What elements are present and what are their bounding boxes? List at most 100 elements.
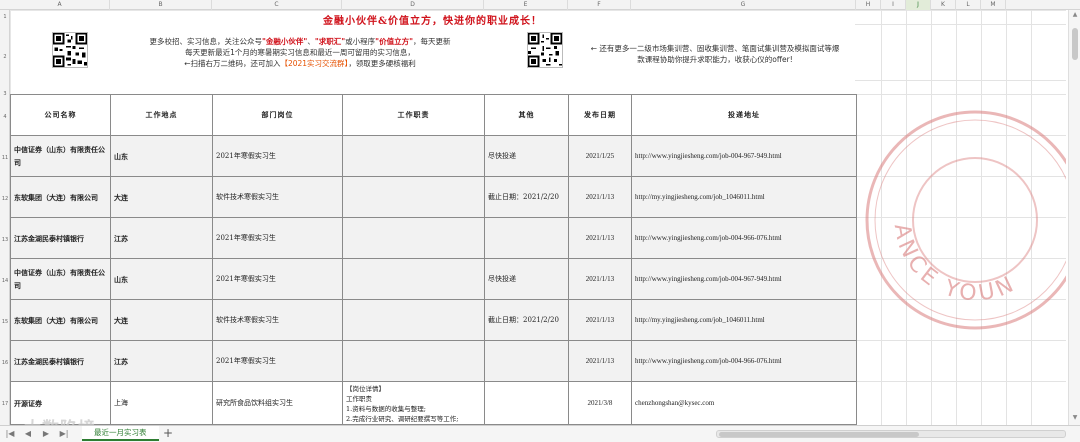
- cell-duty[interactable]: [342, 217, 485, 259]
- table-row: 中信证券（山东）有限责任公司 山东 2021年寒假实习生 尽快投递 2021/1…: [10, 135, 857, 177]
- row-header[interactable]: 2: [0, 54, 10, 60]
- cell-company[interactable]: 江苏金湖民泰村镇银行: [10, 340, 111, 382]
- cell-duty[interactable]: 【岗位详情】 工作职责 1.资料与数据的收集与整理; 2.完成行业研究、调研纪要…: [342, 381, 485, 425]
- row-header[interactable]: 3: [0, 91, 10, 97]
- cell-duty[interactable]: [342, 176, 485, 218]
- column-header-c[interactable]: C: [212, 0, 342, 10]
- column-header-h[interactable]: H: [856, 0, 881, 10]
- table-row: 东软集团（大连）有限公司 大连 软件技术寒假实习生 截止日期：2021/2/20…: [10, 299, 857, 341]
- cell-location[interactable]: 上海: [110, 381, 213, 425]
- header-location[interactable]: 工作地点: [110, 94, 213, 136]
- cell-url[interactable]: http://www.yingjiesheng.com/job-004-967-…: [631, 135, 857, 177]
- cell-date[interactable]: 2021/1/13: [568, 299, 632, 341]
- cell-other[interactable]: 尽快投递: [484, 135, 569, 177]
- row-header[interactable]: 13: [0, 237, 10, 243]
- cell-company[interactable]: 东软集团（大连）有限公司: [10, 176, 111, 218]
- cell-position[interactable]: 2021年寒假实习生: [212, 135, 343, 177]
- next-sheet-icon[interactable]: ▶: [40, 429, 52, 439]
- cell-date[interactable]: 2021/1/13: [568, 258, 632, 300]
- cell-duty[interactable]: [342, 258, 485, 300]
- cell-url[interactable]: chenzhongshan@kysec.com: [631, 381, 857, 425]
- cell-company[interactable]: 江苏金湖民泰村镇银行: [10, 217, 111, 259]
- cell-other[interactable]: [484, 381, 569, 425]
- cell-location[interactable]: 山东: [110, 258, 213, 300]
- group-link[interactable]: 【2021实习交流群】: [280, 59, 348, 68]
- cell-duty[interactable]: [342, 299, 485, 341]
- horizontal-scroll-thumb[interactable]: [719, 432, 919, 437]
- cell-other[interactable]: 截止日期：2021/2/20: [484, 299, 569, 341]
- column-header-m[interactable]: M: [981, 0, 1006, 10]
- cell-other[interactable]: 截止日期：2021/2/20: [484, 176, 569, 218]
- table-row: 江苏金湖民泰村镇银行 江苏 2021年寒假实习生 2021/1/13 http:…: [10, 217, 857, 259]
- cell-url[interactable]: http://www.yingjiesheng.com/job-004-966-…: [631, 217, 857, 259]
- cell-company[interactable]: 中信证券（山东）有限责任公司: [10, 135, 111, 177]
- column-header-b[interactable]: B: [110, 0, 212, 10]
- column-header-g[interactable]: G: [631, 0, 856, 10]
- header-company[interactable]: 公司名称: [10, 94, 111, 136]
- cell-company[interactable]: 中信证券（山东）有限责任公司: [10, 258, 111, 300]
- intro-text: 更多校招、实习信息，关注公众号: [149, 37, 263, 46]
- column-header-d[interactable]: D: [342, 0, 484, 10]
- cell-other[interactable]: [484, 340, 569, 382]
- column-header-l[interactable]: L: [956, 0, 981, 10]
- cell-position[interactable]: 2021年寒假实习生: [212, 258, 343, 300]
- header-duty[interactable]: 工作职责: [342, 94, 485, 136]
- row-header[interactable]: 16: [0, 360, 10, 366]
- last-sheet-icon[interactable]: ▶|: [58, 429, 70, 439]
- cell-position[interactable]: 软件技术寒假实习生: [212, 299, 343, 341]
- cell-date[interactable]: 2021/1/13: [568, 340, 632, 382]
- cell-other[interactable]: [484, 217, 569, 259]
- cell-url[interactable]: http://my.yingjiesheng.com/job_1046011.h…: [631, 176, 857, 218]
- cell-date[interactable]: 2021/3/8: [568, 381, 632, 425]
- row-header[interactable]: 4: [0, 114, 10, 120]
- column-header-j[interactable]: J: [906, 0, 931, 10]
- cell-position[interactable]: 软件技术寒假实习生: [212, 176, 343, 218]
- cell-url[interactable]: http://my.yingjiesheng.com/job_1046011.h…: [631, 299, 857, 341]
- scroll-down-icon[interactable]: ▼: [1069, 414, 1080, 421]
- row-header[interactable]: 12: [0, 196, 10, 202]
- cell-duty[interactable]: [342, 135, 485, 177]
- duty-line: 工作职责: [346, 395, 372, 403]
- header-date[interactable]: 发布日期: [568, 94, 632, 136]
- cell-url[interactable]: http://www.yingjiesheng.com/job-004-966-…: [631, 340, 857, 382]
- cell-other[interactable]: 尽快投递: [484, 258, 569, 300]
- vertical-scrollbar[interactable]: ▲ ▼: [1068, 10, 1080, 425]
- cell-date[interactable]: 2021/1/13: [568, 217, 632, 259]
- cell-date[interactable]: 2021/1/25: [568, 135, 632, 177]
- watermark-text: 大数陷境: [24, 414, 96, 425]
- cell-duty[interactable]: [342, 340, 485, 382]
- column-header-i[interactable]: I: [881, 0, 906, 10]
- cell-location[interactable]: 大连: [110, 299, 213, 341]
- cell-position[interactable]: 研究所食品饮料组实习生: [212, 381, 343, 425]
- header-url[interactable]: 投递地址: [631, 94, 857, 136]
- sheet-tab-recent-internships[interactable]: 最近一月实习表: [82, 426, 159, 441]
- row-header[interactable]: 15: [0, 319, 10, 325]
- add-sheet-button[interactable]: +: [163, 427, 173, 440]
- scroll-up-icon[interactable]: ▲: [1069, 11, 1080, 18]
- column-header-a[interactable]: A: [10, 0, 110, 10]
- cell-location[interactable]: 江苏: [110, 340, 213, 382]
- column-header-f[interactable]: F: [568, 0, 631, 10]
- column-header-k[interactable]: K: [931, 0, 956, 10]
- prev-sheet-icon[interactable]: ◀: [22, 429, 34, 439]
- vertical-scroll-thumb[interactable]: [1072, 28, 1078, 60]
- cell-location[interactable]: 山东: [110, 135, 213, 177]
- cell-location[interactable]: 大连: [110, 176, 213, 218]
- cell-position[interactable]: 2021年寒假实习生: [212, 340, 343, 382]
- row-header[interactable]: 1: [0, 14, 10, 20]
- row-header[interactable]: 14: [0, 278, 10, 284]
- header-other[interactable]: 其他: [484, 94, 569, 136]
- cell-date[interactable]: 2021/1/13: [568, 176, 632, 218]
- cell-company[interactable]: 东软集团（大连）有限公司: [10, 299, 111, 341]
- row-header[interactable]: 17: [0, 401, 10, 407]
- first-sheet-icon[interactable]: |◀: [4, 429, 16, 439]
- column-header-e[interactable]: E: [484, 0, 568, 10]
- banner-intro: 更多校招、实习信息，关注公众号"金融小伙伴"、"求职汇"或小程序"价值立方"，每…: [105, 36, 495, 69]
- row-header[interactable]: 11: [0, 155, 10, 161]
- header-position[interactable]: 部门岗位: [212, 94, 343, 136]
- horizontal-scrollbar[interactable]: [716, 430, 1066, 438]
- cell-location[interactable]: 江苏: [110, 217, 213, 259]
- spreadsheet-grid[interactable]: 金融小伙伴&价值立方，快进你的职业成长！ 更多校招、实习信息，关注公众号"金融小…: [10, 10, 1066, 425]
- cell-position[interactable]: 2021年寒假实习生: [212, 217, 343, 259]
- cell-url[interactable]: http://www.yingjiesheng.com/job-004-967-…: [631, 258, 857, 300]
